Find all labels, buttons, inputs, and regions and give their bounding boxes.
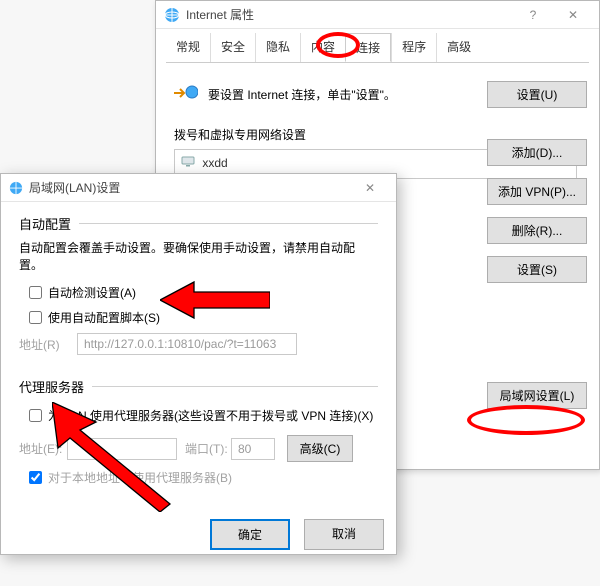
settings-button[interactable]: 设置(S) <box>487 256 587 283</box>
tab-general[interactable]: 常规 <box>166 33 210 62</box>
use-proxy-input[interactable] <box>29 409 42 422</box>
lan-titlebar: 局域网(LAN)设置 ✕ <box>1 174 396 202</box>
use-script-label: 使用自动配置脚本(S) <box>48 309 160 326</box>
tab-content[interactable]: 内容 <box>300 33 345 62</box>
window-title: Internet 属性 <box>186 6 254 23</box>
bypass-local-label: 对于本地地址不使用代理服务器(B) <box>48 469 232 486</box>
lan-close-button[interactable]: ✕ <box>350 176 390 200</box>
wizard-icon <box>174 84 198 105</box>
auto-detect-checkbox[interactable]: 自动检测设置(A) <box>25 283 378 302</box>
setup-button[interactable]: 设置(U) <box>487 81 587 108</box>
bypass-local-input[interactable] <box>29 471 42 484</box>
setup-hint: 要设置 Internet 连接，单击"设置"。 <box>208 86 487 103</box>
dialog-buttons: 确定 取消 <box>1 509 396 560</box>
cancel-button[interactable]: 取消 <box>304 519 384 550</box>
tab-connections[interactable]: 连接 <box>345 33 391 62</box>
globe-icon <box>9 181 23 195</box>
advanced-button[interactable]: 高级(C) <box>287 435 353 462</box>
address-label: 地址(R) <box>19 336 77 353</box>
globe-icon <box>164 7 180 23</box>
tab-security[interactable]: 安全 <box>210 33 255 62</box>
help-button[interactable]: ? <box>513 3 553 27</box>
proxy-port-label: 端口(T): <box>185 440 231 457</box>
script-address-input[interactable] <box>77 333 297 355</box>
titlebar: Internet 属性 ? ✕ <box>156 1 599 29</box>
tabs: 常规 安全 隐私 内容 连接 程序 高级 <box>166 33 589 63</box>
add-vpn-button[interactable]: 添加 VPN(P)... <box>487 178 587 205</box>
auto-detect-label: 自动检测设置(A) <box>48 284 136 301</box>
auto-detect-input[interactable] <box>29 286 42 299</box>
use-proxy-label: 为 LAN 使用代理服务器(这些设置不用于拨号或 VPN 连接)(X) <box>48 407 373 424</box>
lan-settings-dialog: 局域网(LAN)设置 ✕ 自动配置 自动配置会覆盖手动设置。要确保使用手动设置，… <box>0 173 397 555</box>
add-button[interactable]: 添加(D)... <box>487 139 587 166</box>
connection-item-icon <box>181 156 198 170</box>
ok-button[interactable]: 确定 <box>210 519 290 550</box>
proxy-addr-label: 地址(E): <box>19 440 67 457</box>
auto-config-heading: 自动配置 <box>19 214 378 233</box>
use-proxy-checkbox[interactable]: 为 LAN 使用代理服务器(这些设置不用于拨号或 VPN 连接)(X) <box>25 406 378 425</box>
bypass-local-checkbox[interactable]: 对于本地地址不使用代理服务器(B) <box>25 468 378 487</box>
proxy-port-input[interactable] <box>231 438 275 460</box>
lan-settings-button[interactable]: 局域网设置(L) <box>487 382 587 409</box>
tab-programs[interactable]: 程序 <box>391 33 436 62</box>
use-script-checkbox[interactable]: 使用自动配置脚本(S) <box>25 308 378 327</box>
proxy-address-input[interactable] <box>67 438 177 460</box>
connection-item: xxdd <box>202 156 227 170</box>
auto-config-note: 自动配置会覆盖手动设置。要确保使用手动设置，请禁用自动配置。 <box>19 239 378 273</box>
proxy-heading: 代理服务器 <box>19 377 378 396</box>
tab-privacy[interactable]: 隐私 <box>255 33 300 62</box>
use-script-input[interactable] <box>29 311 42 324</box>
tab-advanced[interactable]: 高级 <box>436 33 481 62</box>
close-button[interactable]: ✕ <box>553 3 593 27</box>
lan-window-title: 局域网(LAN)设置 <box>29 179 120 196</box>
remove-button[interactable]: 删除(R)... <box>487 217 587 244</box>
